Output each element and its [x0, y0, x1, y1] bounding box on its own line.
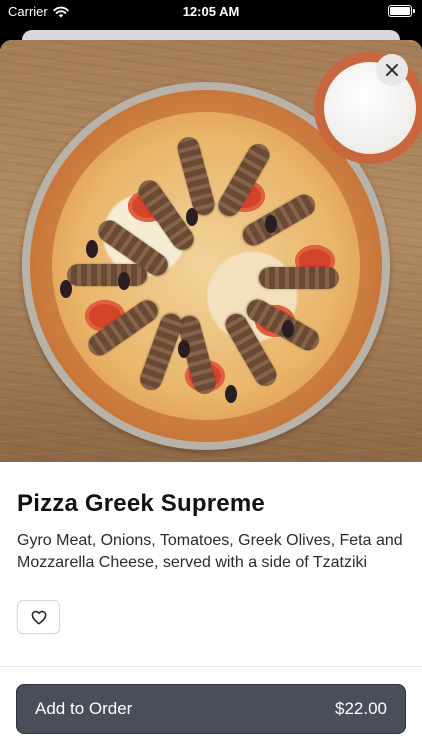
olive — [225, 385, 237, 403]
close-icon — [386, 64, 398, 76]
battery-icon — [388, 5, 415, 17]
heart-outline-icon — [31, 610, 46, 625]
olive — [178, 340, 190, 358]
olive — [60, 280, 72, 298]
gyro-meat — [67, 264, 147, 286]
item-detail-sheet: Pizza Greek Supreme Gyro Meat, Onions, T… — [0, 40, 422, 750]
item-photo — [0, 40, 422, 462]
gyro-meat — [259, 267, 339, 289]
olive — [86, 240, 98, 258]
item-title: Pizza Greek Supreme — [17, 490, 265, 517]
screen: Carrier 12:05 AM Pizza Greek Supreme Gyr… — [0, 0, 422, 750]
item-price: $22.00 — [335, 699, 387, 718]
olive — [118, 272, 130, 290]
close-button[interactable] — [376, 54, 408, 86]
status-time: 12:05 AM — [182, 4, 240, 19]
order-footer: Add to Order $22.00 — [0, 666, 422, 750]
status-bar: Carrier 12:05 AM — [0, 0, 422, 24]
olive — [265, 215, 277, 233]
olive — [186, 208, 198, 226]
add-to-order-button[interactable]: Add to Order $22.00 — [16, 684, 406, 734]
add-to-order-label: Add to Order — [35, 699, 133, 718]
olive — [282, 320, 294, 338]
favorite-button[interactable] — [17, 600, 60, 634]
item-description: Gyro Meat, Onions, Tomatoes, Greek Olive… — [17, 532, 403, 571]
item-details: Pizza Greek Supreme Gyro Meat, Onions, T… — [0, 462, 422, 634]
